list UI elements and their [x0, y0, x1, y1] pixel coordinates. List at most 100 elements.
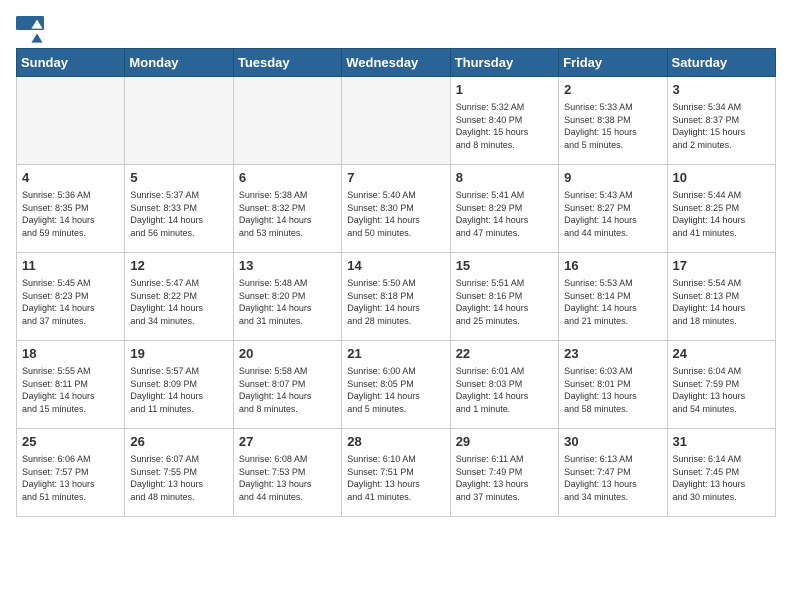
calendar-cell: 6 Sunrise: 5:38 AM Sunset: 8:32 PM Daylig… — [233, 165, 341, 253]
day-info: Sunrise: 6:13 AM Sunset: 7:47 PM Dayligh… — [564, 453, 661, 503]
week-row-5: 25 Sunrise: 6:06 AM Sunset: 7:57 PM Dayli… — [17, 429, 776, 517]
calendar-cell: 17 Sunrise: 5:54 AM Sunset: 8:13 PM Dayli… — [667, 253, 775, 341]
calendar-cell: 8 Sunrise: 5:41 AM Sunset: 8:29 PM Daylig… — [450, 165, 558, 253]
calendar-cell: 7 Sunrise: 5:40 AM Sunset: 8:30 PM Daylig… — [342, 165, 450, 253]
day-number: 17 — [673, 257, 770, 275]
logo-icon — [16, 16, 44, 44]
day-number: 1 — [456, 81, 553, 99]
calendar-cell: 24 Sunrise: 6:04 AM Sunset: 7:59 PM Dayli… — [667, 341, 775, 429]
day-number: 31 — [673, 433, 770, 451]
calendar-cell: 5 Sunrise: 5:37 AM Sunset: 8:33 PM Daylig… — [125, 165, 233, 253]
day-info: Sunrise: 6:06 AM Sunset: 7:57 PM Dayligh… — [22, 453, 119, 503]
day-info: Sunrise: 6:10 AM Sunset: 7:51 PM Dayligh… — [347, 453, 444, 503]
day-number: 2 — [564, 81, 661, 99]
day-number: 14 — [347, 257, 444, 275]
week-row-4: 18Sunrise: 5:55 AM Sunset: 8:11 PM Dayli… — [17, 341, 776, 429]
day-info: Sunrise: 5:33 AM Sunset: 8:38 PM Dayligh… — [564, 101, 661, 151]
day-info: Sunrise: 6:00 AM Sunset: 8:05 PM Dayligh… — [347, 365, 444, 415]
calendar-cell: 13 Sunrise: 5:48 AM Sunset: 8:20 PM Dayli… — [233, 253, 341, 341]
calendar-cell: 12Sunrise: 5:47 AM Sunset: 8:22 PM Dayli… — [125, 253, 233, 341]
day-info: Sunrise: 5:41 AM Sunset: 8:29 PM Dayligh… — [456, 189, 553, 239]
day-number: 15 — [456, 257, 553, 275]
day-number: 6 — [239, 169, 336, 187]
page-header — [16, 16, 776, 44]
calendar-cell — [233, 77, 341, 165]
day-number: 4 — [22, 169, 119, 187]
day-info: Sunrise: 5:48 AM Sunset: 8:20 PM Dayligh… — [239, 277, 336, 327]
weekday-header-thursday: Thursday — [450, 49, 558, 77]
calendar-cell — [342, 77, 450, 165]
day-info: Sunrise: 5:51 AM Sunset: 8:16 PM Dayligh… — [456, 277, 553, 327]
day-number: 25 — [22, 433, 119, 451]
day-info: Sunrise: 6:11 AM Sunset: 7:49 PM Dayligh… — [456, 453, 553, 503]
calendar-table: SundayMondayTuesdayWednesdayThursdayFrid… — [16, 48, 776, 517]
day-number: 16 — [564, 257, 661, 275]
weekday-header-friday: Friday — [559, 49, 667, 77]
week-row-3: 11Sunrise: 5:45 AM Sunset: 8:23 PM Dayli… — [17, 253, 776, 341]
day-number: 29 — [456, 433, 553, 451]
day-info: Sunrise: 6:08 AM Sunset: 7:53 PM Dayligh… — [239, 453, 336, 503]
day-info: Sunrise: 6:04 AM Sunset: 7:59 PM Dayligh… — [673, 365, 770, 415]
calendar-cell: 11Sunrise: 5:45 AM Sunset: 8:23 PM Dayli… — [17, 253, 125, 341]
weekday-header-wednesday: Wednesday — [342, 49, 450, 77]
day-number: 20 — [239, 345, 336, 363]
day-info: Sunrise: 5:58 AM Sunset: 8:07 PM Dayligh… — [239, 365, 336, 415]
day-info: Sunrise: 5:47 AM Sunset: 8:22 PM Dayligh… — [130, 277, 227, 327]
calendar-cell: 30 Sunrise: 6:13 AM Sunset: 7:47 PM Dayli… — [559, 429, 667, 517]
weekday-header-monday: Monday — [125, 49, 233, 77]
calendar-cell: 31 Sunrise: 6:14 AM Sunset: 7:45 PM Dayli… — [667, 429, 775, 517]
day-number: 30 — [564, 433, 661, 451]
day-info: Sunrise: 6:14 AM Sunset: 7:45 PM Dayligh… — [673, 453, 770, 503]
day-info: Sunrise: 5:53 AM Sunset: 8:14 PM Dayligh… — [564, 277, 661, 327]
day-number: 24 — [673, 345, 770, 363]
calendar-cell: 1 Sunrise: 5:32 AM Sunset: 8:40 PM Daylig… — [450, 77, 558, 165]
day-info: Sunrise: 6:03 AM Sunset: 8:01 PM Dayligh… — [564, 365, 661, 415]
day-info: Sunrise: 5:43 AM Sunset: 8:27 PM Dayligh… — [564, 189, 661, 239]
day-number: 21 — [347, 345, 444, 363]
day-number: 10 — [673, 169, 770, 187]
day-number: 26 — [130, 433, 227, 451]
day-number: 8 — [456, 169, 553, 187]
calendar-cell — [17, 77, 125, 165]
calendar-cell: 29 Sunrise: 6:11 AM Sunset: 7:49 PM Dayli… — [450, 429, 558, 517]
day-info: Sunrise: 5:54 AM Sunset: 8:13 PM Dayligh… — [673, 277, 770, 327]
day-info: Sunrise: 5:34 AM Sunset: 8:37 PM Dayligh… — [673, 101, 770, 151]
day-info: Sunrise: 5:36 AM Sunset: 8:35 PM Dayligh… — [22, 189, 119, 239]
day-number: 9 — [564, 169, 661, 187]
calendar-cell: 18Sunrise: 5:55 AM Sunset: 8:11 PM Dayli… — [17, 341, 125, 429]
day-info: Sunrise: 5:38 AM Sunset: 8:32 PM Dayligh… — [239, 189, 336, 239]
week-row-2: 4 Sunrise: 5:36 AM Sunset: 8:35 PM Daylig… — [17, 165, 776, 253]
weekday-header-sunday: Sunday — [17, 49, 125, 77]
day-number: 11 — [22, 257, 119, 275]
day-info: Sunrise: 5:50 AM Sunset: 8:18 PM Dayligh… — [347, 277, 444, 327]
calendar-cell: 4 Sunrise: 5:36 AM Sunset: 8:35 PM Daylig… — [17, 165, 125, 253]
calendar-cell: 23 Sunrise: 6:03 AM Sunset: 8:01 PM Dayli… — [559, 341, 667, 429]
day-info: Sunrise: 5:44 AM Sunset: 8:25 PM Dayligh… — [673, 189, 770, 239]
calendar-cell: 16 Sunrise: 5:53 AM Sunset: 8:14 PM Dayli… — [559, 253, 667, 341]
day-number: 3 — [673, 81, 770, 99]
day-info: Sunrise: 6:01 AM Sunset: 8:03 PM Dayligh… — [456, 365, 553, 415]
calendar-cell: 20 Sunrise: 5:58 AM Sunset: 8:07 PM Dayli… — [233, 341, 341, 429]
day-info: Sunrise: 5:32 AM Sunset: 8:40 PM Dayligh… — [456, 101, 553, 151]
day-number: 13 — [239, 257, 336, 275]
calendar-cell: 25 Sunrise: 6:06 AM Sunset: 7:57 PM Dayli… — [17, 429, 125, 517]
day-info: Sunrise: 6:07 AM Sunset: 7:55 PM Dayligh… — [130, 453, 227, 503]
calendar-cell: 26 Sunrise: 6:07 AM Sunset: 7:55 PM Dayli… — [125, 429, 233, 517]
day-number: 22 — [456, 345, 553, 363]
calendar-cell: 28 Sunrise: 6:10 AM Sunset: 7:51 PM Dayli… — [342, 429, 450, 517]
day-info: Sunrise: 5:40 AM Sunset: 8:30 PM Dayligh… — [347, 189, 444, 239]
calendar-cell: 2 Sunrise: 5:33 AM Sunset: 8:38 PM Daylig… — [559, 77, 667, 165]
calendar-cell: 3 Sunrise: 5:34 AM Sunset: 8:37 PM Daylig… — [667, 77, 775, 165]
calendar-cell — [125, 77, 233, 165]
day-number: 28 — [347, 433, 444, 451]
calendar-cell: 9 Sunrise: 5:43 AM Sunset: 8:27 PM Daylig… — [559, 165, 667, 253]
calendar-cell: 21 Sunrise: 6:00 AM Sunset: 8:05 PM Dayli… — [342, 341, 450, 429]
day-number: 7 — [347, 169, 444, 187]
day-info: Sunrise: 5:37 AM Sunset: 8:33 PM Dayligh… — [130, 189, 227, 239]
week-row-1: 1 Sunrise: 5:32 AM Sunset: 8:40 PM Daylig… — [17, 77, 776, 165]
day-number: 5 — [130, 169, 227, 187]
weekday-header-tuesday: Tuesday — [233, 49, 341, 77]
day-number: 27 — [239, 433, 336, 451]
day-number: 23 — [564, 345, 661, 363]
calendar-cell: 19Sunrise: 5:57 AM Sunset: 8:09 PM Dayli… — [125, 341, 233, 429]
